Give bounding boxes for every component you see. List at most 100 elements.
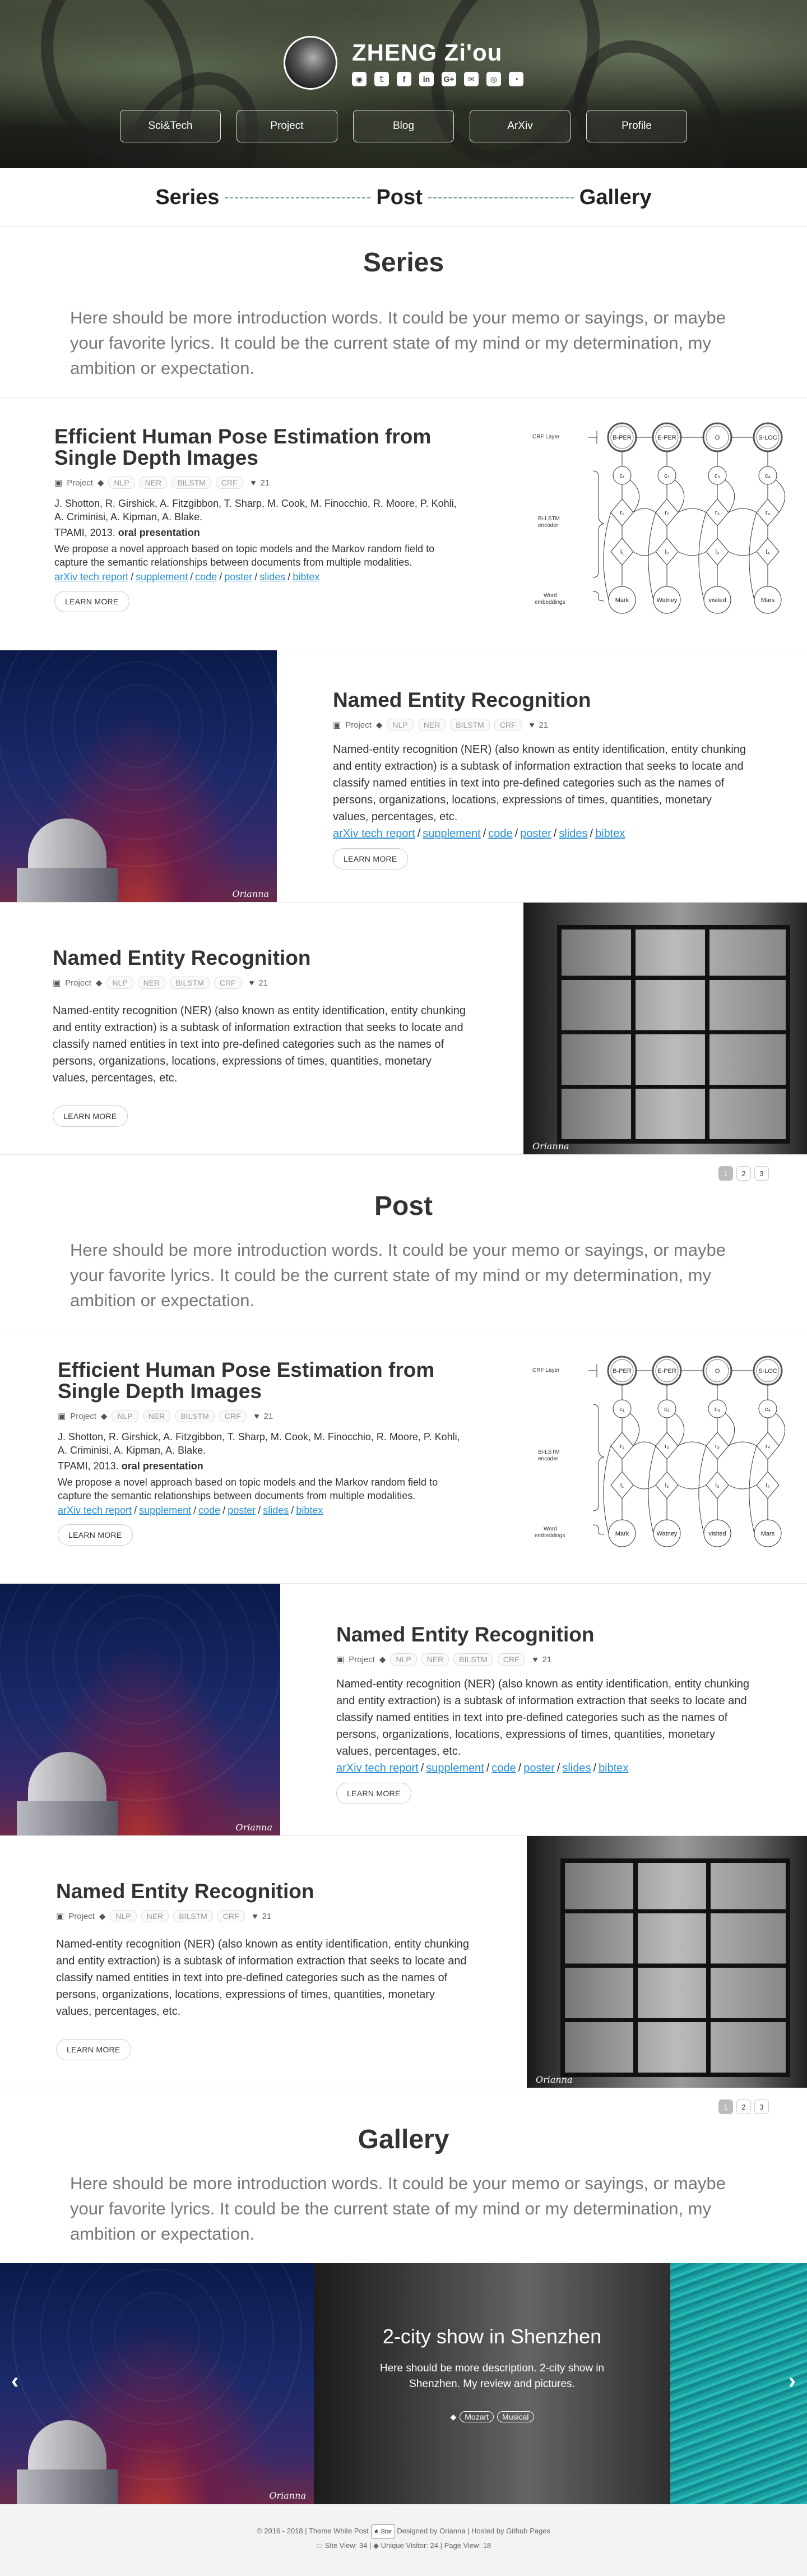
- heart-icon[interactable]: ♥: [253, 1912, 258, 1921]
- section-link-gallery[interactable]: Gallery: [579, 186, 652, 210]
- tag-chip[interactable]: BILSTM: [173, 1910, 213, 1922]
- section-link-post[interactable]: Post: [376, 186, 422, 210]
- link-arxiv[interactable]: arXiv tech report: [58, 1505, 132, 1516]
- page-button[interactable]: 2: [736, 2099, 751, 2114]
- category-label[interactable]: Project: [65, 978, 91, 988]
- carousel-next-icon[interactable]: ›: [789, 2369, 796, 2394]
- github-icon[interactable]: ◉: [352, 72, 367, 86]
- gallery-slide-sea[interactable]: [670, 2263, 807, 2504]
- paper-title[interactable]: Efficient Human Pose Estimation from Sin…: [54, 426, 463, 469]
- tag-chip[interactable]: NER: [139, 477, 168, 489]
- category-label[interactable]: Project: [70, 1412, 96, 1421]
- link-bibtex[interactable]: bibtex: [595, 827, 625, 840]
- tag-chip[interactable]: CRF: [214, 977, 242, 989]
- nav-arxiv[interactable]: ArXiv: [470, 110, 571, 142]
- page-button[interactable]: 2: [736, 1166, 751, 1181]
- tag-chip[interactable]: NLP: [112, 1410, 138, 1422]
- heart-icon[interactable]: ♥: [533, 1655, 538, 1664]
- window-photo[interactable]: Orianna: [527, 1836, 807, 2088]
- learn-more-button[interactable]: LEARN MORE: [56, 2039, 131, 2060]
- link-poster[interactable]: poster: [520, 827, 551, 840]
- tag-chip[interactable]: BILSTM: [453, 1653, 493, 1666]
- site-name[interactable]: ZHENG Zi'ou: [352, 39, 523, 66]
- tag-chip[interactable]: BILSTM: [171, 477, 211, 489]
- learn-more-button[interactable]: LEARN MORE: [54, 591, 129, 612]
- heart-icon[interactable]: ♥: [249, 978, 254, 988]
- learn-more-button[interactable]: LEARN MORE: [58, 1524, 133, 1546]
- link-slides[interactable]: slides: [263, 1505, 289, 1516]
- category-label[interactable]: Project: [349, 1655, 375, 1664]
- tag-chip[interactable]: BILSTM: [170, 977, 210, 989]
- page-button[interactable]: 3: [754, 2099, 769, 2114]
- tag-chip[interactable]: NER: [137, 977, 166, 989]
- link-bibtex[interactable]: bibtex: [296, 1505, 323, 1516]
- carousel-prev-icon[interactable]: ‹: [11, 2369, 18, 2394]
- gallery-slide-stars[interactable]: Orianna: [0, 2263, 314, 2504]
- github-star-button[interactable]: ★ Star: [370, 2524, 395, 2539]
- link-arxiv[interactable]: arXiv tech report: [333, 827, 415, 840]
- nav-profile[interactable]: Profile: [586, 110, 687, 142]
- nav-scitech[interactable]: Sci&Tech: [120, 110, 221, 142]
- ner-title[interactable]: Named Entity Recognition: [336, 1624, 751, 1645]
- tag-chip[interactable]: CRF: [497, 1653, 525, 1666]
- tag-chip[interactable]: BILSTM: [175, 1410, 215, 1422]
- heart-icon[interactable]: ♥: [530, 720, 535, 730]
- ner-title[interactable]: Named Entity Recognition: [53, 947, 467, 969]
- facebook-icon[interactable]: f: [397, 72, 411, 86]
- link-supplement[interactable]: supplement: [426, 1762, 484, 1774]
- googleplus-icon[interactable]: G+: [442, 72, 456, 86]
- page-button[interactable]: 1: [718, 2099, 733, 2114]
- tag-chip[interactable]: Musical: [497, 2411, 534, 2422]
- link-slides[interactable]: slides: [559, 827, 587, 840]
- link-supplement[interactable]: supplement: [136, 571, 188, 582]
- link-poster[interactable]: poster: [523, 1762, 555, 1774]
- tag-chip[interactable]: NER: [421, 1653, 449, 1666]
- link-poster[interactable]: poster: [224, 571, 252, 582]
- section-link-series[interactable]: Series: [155, 186, 219, 210]
- tag-chip[interactable]: CRF: [219, 1410, 247, 1422]
- link-poster[interactable]: poster: [228, 1505, 256, 1516]
- avatar[interactable]: [284, 36, 337, 90]
- tag-chip[interactable]: NLP: [106, 977, 133, 989]
- tag-chip[interactable]: CRF: [215, 477, 243, 489]
- learn-more-button[interactable]: LEARN MORE: [333, 848, 408, 870]
- tag-chip[interactable]: BILSTM: [450, 719, 490, 731]
- page-button[interactable]: 3: [754, 1166, 769, 1181]
- tag-chip[interactable]: NER: [418, 719, 446, 731]
- tag-chip[interactable]: CRF: [494, 719, 522, 731]
- link-supplement[interactable]: supplement: [139, 1505, 191, 1516]
- category-label[interactable]: Project: [68, 1912, 95, 1921]
- page-button[interactable]: 1: [718, 1166, 733, 1181]
- tag-chip[interactable]: CRF: [217, 1910, 245, 1922]
- instagram-icon[interactable]: ◎: [486, 72, 501, 86]
- window-photo[interactable]: Orianna: [523, 903, 807, 1154]
- heart-icon[interactable]: ♥: [254, 1412, 259, 1421]
- tag-chip[interactable]: Mozart: [460, 2411, 494, 2422]
- link-code[interactable]: code: [491, 1762, 516, 1774]
- learn-more-button[interactable]: LEARN MORE: [53, 1106, 128, 1127]
- link-slides[interactable]: slides: [562, 1762, 591, 1774]
- link-code[interactable]: code: [195, 571, 217, 582]
- email-icon[interactable]: ✉: [464, 72, 479, 86]
- link-bibtex[interactable]: bibtex: [293, 571, 319, 582]
- nav-blog[interactable]: Blog: [353, 110, 454, 142]
- heart-icon[interactable]: ♥: [251, 478, 256, 488]
- tag-chip[interactable]: NER: [142, 1410, 171, 1422]
- gallery-carousel[interactable]: Orianna 2-city show in Shenzhen Here sho…: [0, 2263, 807, 2504]
- link-slides[interactable]: slides: [259, 571, 285, 582]
- star-trail-photo[interactable]: Orianna: [0, 650, 277, 902]
- star-trail-photo[interactable]: Orianna: [0, 1584, 280, 1835]
- ner-title[interactable]: Named Entity Recognition: [56, 1881, 471, 1902]
- link-code[interactable]: code: [198, 1505, 220, 1516]
- category-label[interactable]: Project: [345, 720, 372, 730]
- tag-chip[interactable]: NLP: [108, 477, 135, 489]
- category-label[interactable]: Project: [67, 478, 93, 488]
- paper-title[interactable]: Efficient Human Pose Estimation from Sin…: [58, 1359, 467, 1402]
- linkedin-icon[interactable]: in: [419, 72, 434, 86]
- rss-icon[interactable]: ◔: [509, 72, 523, 86]
- tag-chip[interactable]: NLP: [390, 1653, 417, 1666]
- tag-chip[interactable]: NLP: [387, 719, 414, 731]
- ner-title[interactable]: Named Entity Recognition: [333, 690, 748, 711]
- link-arxiv[interactable]: arXiv tech report: [54, 571, 128, 582]
- slide-title[interactable]: 2-city show in Shenzhen: [314, 2325, 670, 2348]
